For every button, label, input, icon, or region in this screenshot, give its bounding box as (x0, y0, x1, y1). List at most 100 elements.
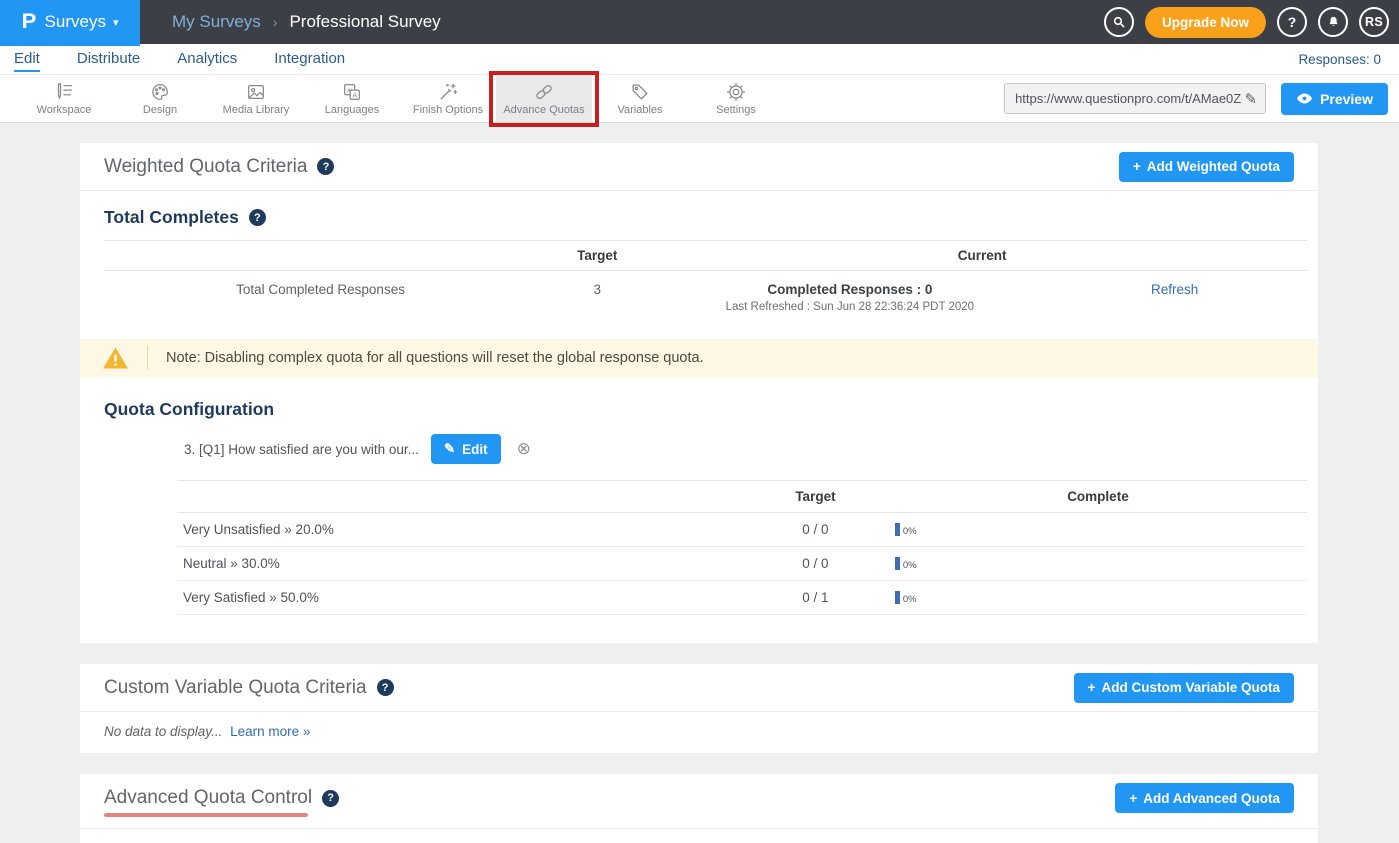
table-row: Very Satisfied » 50.0% 0 / 1 0% (177, 581, 1307, 615)
search-icon (1111, 14, 1127, 30)
questionpro-logo-icon: P (21, 10, 36, 34)
remove-question-icon[interactable]: ⊗ (517, 439, 531, 459)
progress-bar (895, 591, 900, 604)
help-icon[interactable]: ? (322, 790, 339, 807)
no-data-text: No data to display... (104, 724, 222, 739)
gear-icon (725, 81, 747, 103)
total-completed-responses-label: Total Completed Responses (104, 271, 537, 327)
breadcrumb: My Surveys › Professional Survey (172, 12, 441, 32)
answer-option-label: Neutral » 30.0% (177, 547, 742, 581)
table-row: Very Unsatisfied » 20.0% 0 / 0 0% (177, 513, 1307, 547)
target-value: 3 (537, 271, 657, 327)
plus-icon: + (1133, 159, 1141, 174)
column-header-target: Target (742, 481, 889, 513)
breadcrumb-current: Professional Survey (289, 12, 440, 32)
help-icon[interactable]: ? (317, 158, 334, 175)
responses-count[interactable]: Responses: 0 (1298, 52, 1399, 67)
toolbar-item-label: Workspace (37, 104, 92, 116)
edit-toolbar: Workspace Design Media Library жA Langua… (0, 75, 1399, 123)
plus-icon: + (1088, 680, 1096, 695)
custom-variable-quota-card: Custom Variable Quota Criteria ? + Add C… (80, 664, 1318, 753)
tab-integration[interactable]: Integration (274, 46, 345, 72)
chain-link-icon (533, 81, 555, 103)
notifications-button[interactable] (1318, 7, 1348, 37)
target-count[interactable]: 0 / 0 (742, 513, 889, 547)
toolbar-item-label: Variables (617, 104, 662, 116)
toolbar-item-media-library[interactable]: Media Library (208, 75, 304, 122)
refresh-link[interactable]: Refresh (1151, 282, 1198, 297)
preview-label: Preview (1320, 91, 1373, 107)
edit-url-icon[interactable]: ✎ (1244, 90, 1257, 108)
toolbar-item-label: Media Library (223, 104, 290, 116)
question-row: 3. [Q1] How satisfied are you with our..… (184, 434, 1306, 464)
survey-url-input[interactable] (1013, 90, 1244, 107)
toolbar-item-label: Languages (325, 104, 379, 116)
breadcrumb-my-surveys[interactable]: My Surveys (172, 12, 261, 32)
total-completes-title: Total Completes (104, 207, 239, 228)
target-count[interactable]: 0 / 1 (742, 581, 889, 615)
table-row: Total Completed Responses 3 Completed Re… (104, 271, 1307, 327)
help-icon[interactable]: ? (249, 209, 266, 226)
toolbar-item-finish-options[interactable]: Finish Options (400, 75, 496, 122)
custom-variable-quota-title: Custom Variable Quota Criteria (104, 677, 367, 699)
toolbar-item-advance-quotas[interactable]: Advance Quotas (496, 75, 592, 122)
product-menu-label: Surveys (45, 12, 106, 32)
table-row: Neutral » 30.0% 0 / 0 0% (177, 547, 1307, 581)
workspace-icon (53, 81, 75, 103)
upgrade-now-button[interactable]: Upgrade Now (1145, 7, 1266, 38)
magic-wand-icon (437, 81, 459, 103)
toolbar-item-label: Settings (716, 104, 756, 116)
tab-distribute[interactable]: Distribute (77, 46, 140, 72)
target-count[interactable]: 0 / 0 (742, 547, 889, 581)
add-custom-variable-quota-button[interactable]: + Add Custom Variable Quota (1074, 673, 1294, 703)
quota-configuration-title: Quota Configuration (104, 399, 274, 420)
top-header: P Surveys ▾ My Surveys › Professional Su… (0, 0, 1399, 44)
progress-bar (895, 523, 900, 536)
percent-value: 0% (903, 560, 917, 571)
warning-triangle-icon (102, 346, 129, 370)
toolbar-item-label: Finish Options (413, 104, 483, 116)
edit-question-button[interactable]: ✎ Edit (431, 434, 501, 464)
toolbar-item-settings[interactable]: Settings (688, 75, 784, 122)
weighted-quota-card: Weighted Quota Criteria ? + Add Weighted… (80, 143, 1318, 643)
tag-icon (629, 81, 651, 103)
image-icon (245, 81, 267, 103)
note-text: Note: Disabling complex quota for all qu… (166, 350, 704, 366)
help-button[interactable]: ? (1277, 7, 1307, 37)
avatar[interactable]: RS (1359, 7, 1389, 37)
warning-note: Note: Disabling complex quota for all qu… (80, 339, 1318, 377)
bell-icon (1326, 15, 1341, 30)
toolbar-item-languages[interactable]: жA Languages (304, 75, 400, 122)
product-menu[interactable]: P Surveys ▾ (0, 0, 140, 44)
quota-configuration-table: Target Complete Very Unsatisfied » 20.0%… (177, 480, 1307, 615)
toolbar-item-variables[interactable]: Variables (592, 75, 688, 122)
tab-edit[interactable]: Edit (14, 46, 40, 72)
search-button[interactable] (1104, 7, 1134, 37)
tabrow-accent-bar (0, 44, 140, 46)
learn-more-link[interactable]: Learn more » (230, 724, 310, 739)
weighted-quota-title: Weighted Quota Criteria (104, 156, 307, 178)
toolbar-item-workspace[interactable]: Workspace (16, 75, 112, 122)
red-underline-annotation (104, 813, 308, 817)
toolbar-item-label: Design (143, 104, 177, 116)
progress-bar (895, 557, 900, 570)
completed-responses-value: Completed Responses : 0 (663, 282, 1036, 297)
total-completes-table: Target Current Total Completed Responses… (104, 240, 1307, 326)
toolbar-item-design[interactable]: Design (112, 75, 208, 122)
preview-button[interactable]: Preview (1281, 83, 1388, 115)
tab-analytics[interactable]: Analytics (177, 46, 237, 72)
column-header-target: Target (537, 241, 657, 271)
add-weighted-quota-button[interactable]: + Add Weighted Quota (1119, 152, 1294, 182)
add-advanced-quota-button[interactable]: + Add Advanced Quota (1115, 783, 1294, 813)
toolbar-item-label: Advance Quotas (503, 104, 584, 116)
advanced-quota-card: Advanced Quota Control ? + Add Advanced … (80, 774, 1318, 843)
advanced-quota-title: Advanced Quota Control (104, 787, 312, 809)
page-content: Weighted Quota Criteria ? + Add Weighted… (0, 123, 1399, 843)
question-text: 3. [Q1] How satisfied are you with our..… (184, 442, 419, 457)
column-header-complete: Complete (889, 481, 1307, 513)
eye-icon (1296, 92, 1313, 105)
help-icon[interactable]: ? (377, 679, 394, 696)
translate-icon: жA (341, 81, 363, 103)
note-divider (147, 346, 148, 370)
breadcrumb-separator-icon: › (273, 14, 278, 30)
